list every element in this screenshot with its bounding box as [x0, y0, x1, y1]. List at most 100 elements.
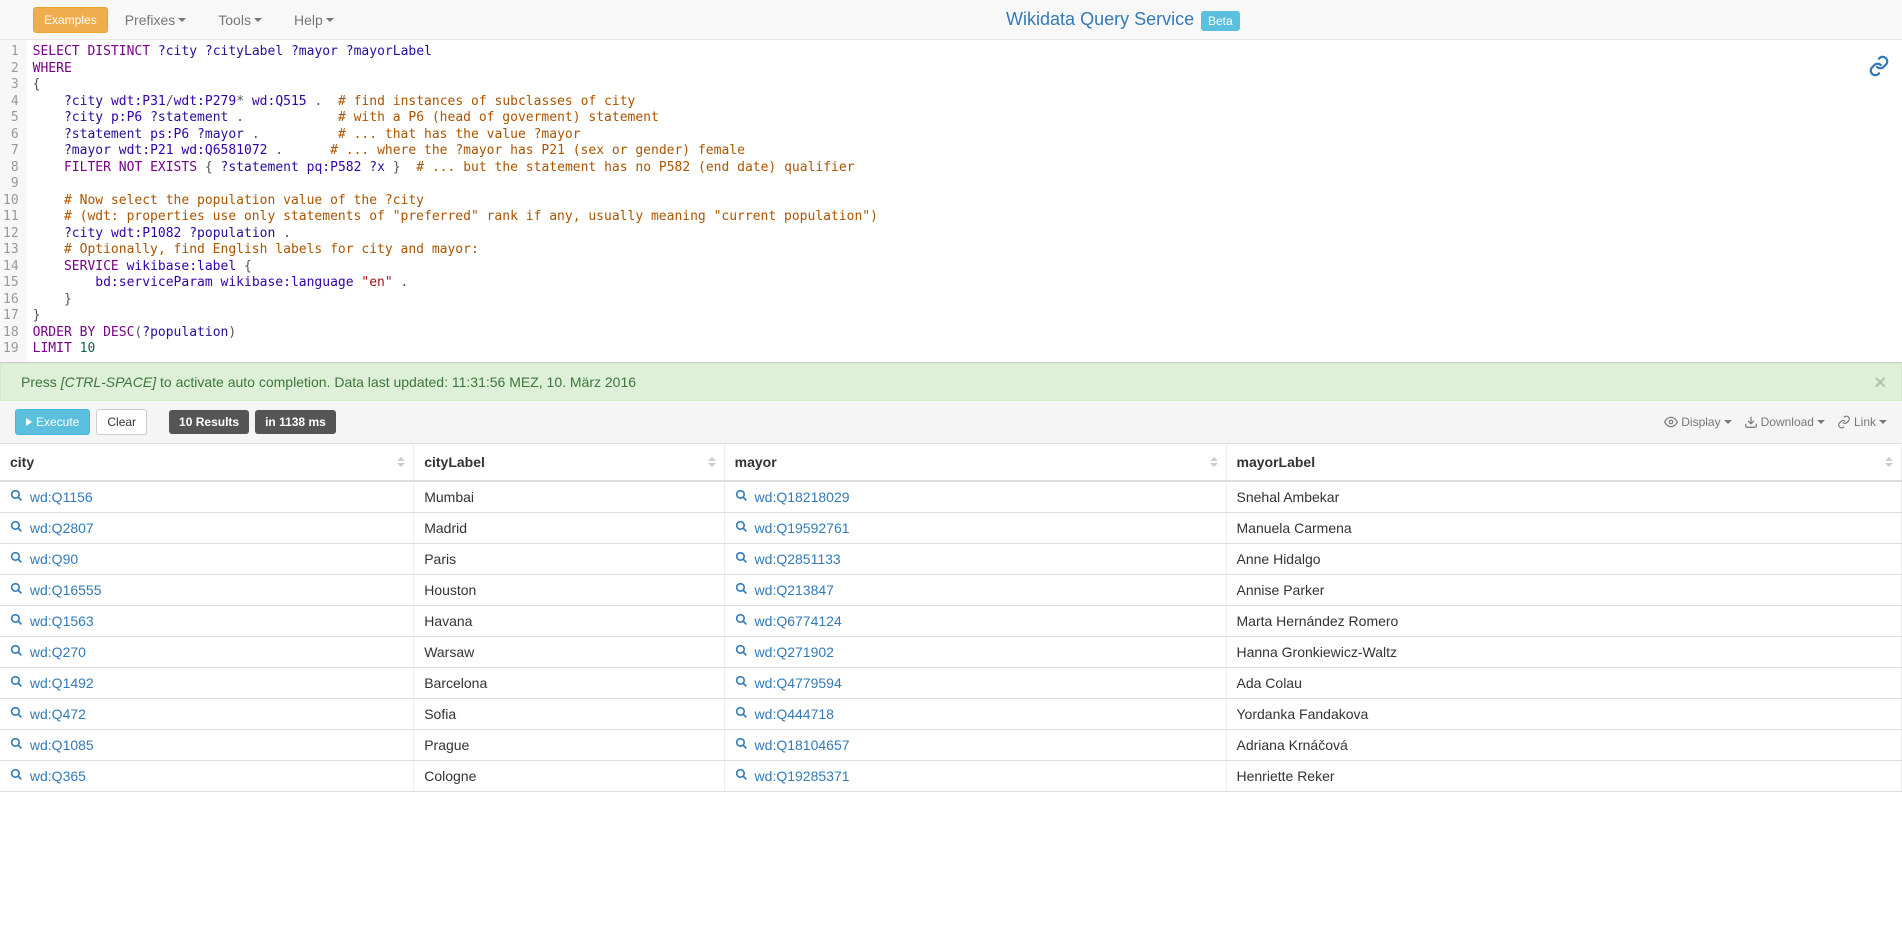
table-row: wd:Q1563 Havana wd:Q6774124 Marta Hernánde… — [0, 605, 1902, 636]
table-row: wd:Q2807 Madrid wd:Q19592761 Manuela Carme… — [0, 512, 1902, 543]
table-row: wd:Q1492 Barcelona wd:Q4779594 Ada Colau — [0, 667, 1902, 698]
nav-left: Examples Prefixes Tools Help — [5, 2, 349, 38]
city-link[interactable]: wd:Q2807 — [10, 520, 94, 536]
results-count-badge: 10 Results — [169, 410, 249, 434]
column-header[interactable]: city — [0, 444, 414, 481]
mayor-link[interactable]: wd:Q6774124 — [735, 613, 842, 629]
action-bar: Execute Clear 10 Results in 1138 ms Disp… — [0, 401, 1902, 444]
sort-icon[interactable] — [1885, 457, 1893, 467]
mayor-label-cell: Annise Parker — [1226, 574, 1902, 605]
query-editor[interactable]: 12345678910111213141516171819 SELECT DIS… — [0, 40, 1902, 363]
beta-badge: Beta — [1201, 11, 1240, 31]
mayor-link[interactable]: wd:Q18218029 — [735, 489, 850, 505]
table-row: wd:Q365 Cologne wd:Q19285371 Henriette Rek… — [0, 760, 1902, 791]
table-row: wd:Q16555 Houston wd:Q213847 Annise Parker — [0, 574, 1902, 605]
city-link[interactable]: wd:Q1085 — [10, 737, 94, 753]
execute-label: Execute — [36, 415, 79, 429]
help-menu[interactable]: Help — [279, 2, 349, 38]
city-label-cell: Warsaw — [414, 636, 724, 667]
prefixes-label: Prefixes — [125, 12, 176, 28]
mayor-label-cell: Snehal Ambekar — [1226, 481, 1902, 513]
status-bar: Press [CTRL-SPACE] to activate auto comp… — [0, 363, 1902, 401]
city-label-cell: Houston — [414, 574, 724, 605]
play-icon — [26, 418, 32, 426]
mayor-link[interactable]: wd:Q271902 — [735, 644, 834, 660]
mayor-label-cell: Manuela Carmena — [1226, 512, 1902, 543]
mayor-link[interactable]: wd:Q19592761 — [735, 520, 850, 536]
mayor-link[interactable]: wd:Q444718 — [735, 706, 834, 722]
navbar: Examples Prefixes Tools Help Wikidata Qu… — [0, 0, 1902, 40]
examples-button[interactable]: Examples — [33, 7, 108, 33]
table-header-row: citycityLabelmayormayorLabel — [0, 444, 1902, 481]
brand-title: Wikidata Query Service — [1006, 9, 1194, 29]
mayor-link[interactable]: wd:Q4779594 — [735, 675, 842, 691]
mayor-label-cell: Marta Hernández Romero — [1226, 605, 1902, 636]
mayor-link[interactable]: wd:Q2851133 — [735, 551, 841, 567]
table-body: wd:Q1156 Mumbai wd:Q18218029 Snehal Ambeka… — [0, 481, 1902, 792]
sort-icon[interactable] — [1210, 457, 1218, 467]
city-label-cell: Mumbai — [414, 481, 724, 513]
city-link[interactable]: wd:Q90 — [10, 551, 78, 567]
city-label-cell: Paris — [414, 543, 724, 574]
line-gutter: 12345678910111213141516171819 — [0, 40, 27, 362]
sort-icon[interactable] — [397, 457, 405, 467]
mayor-label-cell: Ada Colau — [1226, 667, 1902, 698]
city-link[interactable]: wd:Q472 — [10, 706, 86, 722]
execution-time-badge: in 1138 ms — [255, 410, 336, 434]
download-menu[interactable]: Download — [1744, 415, 1825, 429]
code-body[interactable]: SELECT DISTINCT ?city ?cityLabel ?mayor … — [27, 40, 1902, 362]
city-label-cell: Havana — [414, 605, 724, 636]
city-link[interactable]: wd:Q1563 — [10, 613, 94, 629]
prefixes-menu[interactable]: Prefixes — [110, 2, 202, 38]
caret-icon — [1817, 420, 1825, 424]
brand: Wikidata Query Service Beta — [349, 9, 1897, 30]
code-editor[interactable]: 12345678910111213141516171819 SELECT DIS… — [0, 40, 1902, 362]
tools-label: Tools — [218, 12, 251, 28]
display-menu[interactable]: Display — [1664, 415, 1731, 429]
mayor-label-cell: Hanna Gronkiewicz-Waltz — [1226, 636, 1902, 667]
mayor-label-cell: Henriette Reker — [1226, 760, 1902, 791]
tools-menu[interactable]: Tools — [203, 2, 277, 38]
mayor-link[interactable]: wd:Q213847 — [735, 582, 834, 598]
caret-icon — [1879, 420, 1887, 424]
column-header[interactable]: mayor — [724, 444, 1226, 481]
sort-icon[interactable] — [708, 457, 716, 467]
execute-button[interactable]: Execute — [15, 409, 90, 435]
column-header[interactable]: cityLabel — [414, 444, 724, 481]
display-label: Display — [1681, 415, 1720, 429]
permalink-icon[interactable] — [1868, 55, 1890, 80]
action-right: Display Download Link — [1664, 415, 1887, 429]
status-suffix: to activate auto completion. Data last u… — [156, 374, 636, 390]
caret-icon — [178, 18, 186, 22]
table-row: wd:Q1085Prague wd:Q18104657Adriana Krnáč… — [0, 729, 1902, 760]
status-prefix: Press — [21, 374, 61, 390]
mayor-link[interactable]: wd:Q18104657 — [735, 737, 850, 753]
close-icon[interactable]: × — [1874, 372, 1886, 395]
city-link[interactable]: wd:Q270 — [10, 644, 86, 660]
table-row: wd:Q270 Warsaw wd:Q271902 Hanna Gronkiewic… — [0, 636, 1902, 667]
table-row: wd:Q90 Paris wd:Q2851133 Anne Hidalgo — [0, 543, 1902, 574]
city-link[interactable]: wd:Q1492 — [10, 675, 94, 691]
caret-icon — [1724, 420, 1732, 424]
city-label-cell: Barcelona — [414, 667, 724, 698]
mayor-label-cell: Anne Hidalgo — [1226, 543, 1902, 574]
city-label-cell: Cologne — [414, 760, 724, 791]
status-shortcut: [CTRL-SPACE] — [61, 374, 156, 390]
city-link[interactable]: wd:Q365 — [10, 768, 86, 784]
mayor-label-cell: Yordanka Fandakova — [1226, 698, 1902, 729]
clear-button[interactable]: Clear — [96, 409, 147, 435]
download-label: Download — [1761, 415, 1814, 429]
city-link[interactable]: wd:Q1156 — [10, 489, 93, 505]
city-label-cell: Sofia — [414, 698, 724, 729]
table-row: wd:Q472 Sofia wd:Q444718 Yordanka Fandakov… — [0, 698, 1902, 729]
results-table: citycityLabelmayormayorLabel wd:Q1156 Mum… — [0, 444, 1902, 792]
caret-icon — [326, 18, 334, 22]
mayor-link[interactable]: wd:Q19285371 — [735, 768, 850, 784]
link-label: Link — [1854, 415, 1876, 429]
table-row: wd:Q1156 Mumbai wd:Q18218029 Snehal Ambeka… — [0, 481, 1902, 513]
column-header[interactable]: mayorLabel — [1226, 444, 1902, 481]
city-label-cell: Prague — [414, 729, 724, 760]
city-label-cell: Madrid — [414, 512, 724, 543]
link-menu[interactable]: Link — [1837, 415, 1887, 429]
city-link[interactable]: wd:Q16555 — [10, 582, 102, 598]
